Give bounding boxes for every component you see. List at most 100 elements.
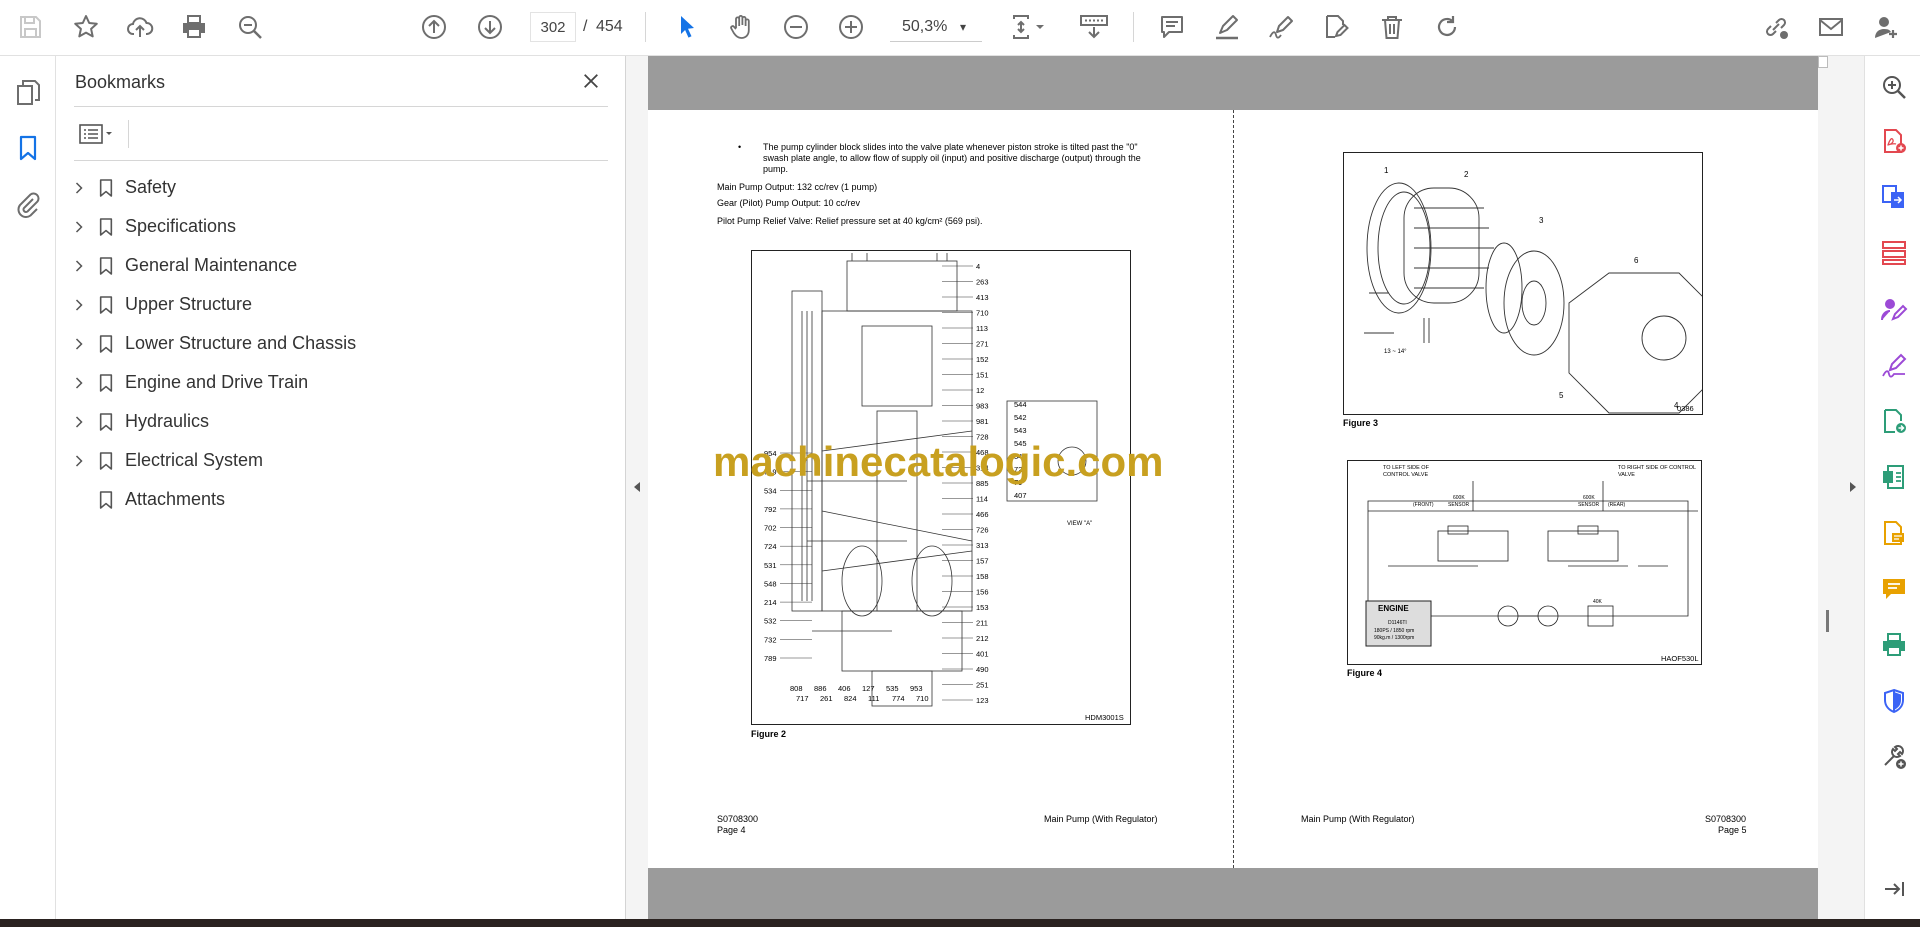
collapse-left-panel-icon[interactable] [630, 478, 644, 496]
collapse-rail-icon[interactable] [1877, 872, 1911, 906]
taskbar-edge [0, 919, 1920, 927]
sign-icon[interactable] [1262, 8, 1300, 46]
print-icon[interactable] [175, 8, 213, 46]
comment-document-icon[interactable] [1877, 516, 1911, 550]
previous-page-icon[interactable] [415, 8, 453, 46]
zoom-out-icon[interactable] [777, 8, 815, 46]
zoom-search-icon[interactable] [1877, 70, 1911, 104]
divider [74, 160, 608, 161]
close-icon[interactable] [576, 66, 606, 96]
protect-shield-icon[interactable] [1877, 684, 1911, 718]
callout-label: 953 [910, 684, 923, 693]
bookmark-icon [96, 488, 116, 512]
request-signatures-icon[interactable] [1877, 292, 1911, 326]
bookmark-label: Lower Structure and Chassis [125, 333, 357, 353]
highlight-icon[interactable] [1208, 8, 1246, 46]
bookmark-item[interactable]: Engine and Drive Train [56, 363, 626, 402]
schematic-label: 600K [1583, 495, 1595, 501]
zoom-in-icon[interactable] [832, 8, 870, 46]
callout-label: 212 [976, 634, 989, 643]
bookmark-item[interactable]: Specifications [56, 207, 626, 246]
footer-page: Page 4 [717, 825, 746, 835]
page-number-input[interactable] [530, 12, 576, 42]
edit-pdf-icon[interactable] [1877, 460, 1911, 494]
add-user-icon[interactable] [1867, 8, 1905, 46]
export-pdf-icon[interactable] [1877, 404, 1911, 438]
bookmark-label: Hydraulics [125, 411, 210, 431]
scroll-handle[interactable] [1826, 610, 1829, 632]
chevron-right-icon[interactable] [70, 374, 88, 392]
save-icon[interactable] [11, 8, 49, 46]
bookmark-item[interactable]: General Maintenance [56, 246, 626, 285]
chevron-right-icon[interactable] [70, 296, 88, 314]
bookmark-icon [96, 449, 116, 473]
combine-files-icon[interactable] [1877, 180, 1911, 214]
callout-label: 113 [976, 324, 988, 333]
upload-cloud-icon[interactable] [121, 8, 159, 46]
page-gap [648, 56, 1818, 110]
more-tools-icon[interactable] [1877, 740, 1911, 774]
bullet: • [738, 142, 742, 152]
scroll-mode-icon[interactable] [1071, 8, 1117, 46]
figure-caption: Figure 4 [1347, 668, 1383, 678]
callout-label: 548 [764, 579, 777, 588]
callout-label: 726 [976, 526, 989, 535]
bookmark-item[interactable]: Safety [56, 168, 626, 207]
callout-label: 6 [1634, 256, 1639, 265]
star-icon[interactable] [67, 8, 105, 46]
chevron-right-icon[interactable] [70, 218, 88, 236]
attachment-paperclip-icon[interactable] [10, 186, 46, 222]
chevron-right-icon[interactable] [70, 452, 88, 470]
collapse-right-panel-icon[interactable] [1846, 478, 1860, 496]
callout-label: 981 [976, 417, 989, 426]
create-pdf-icon[interactable] [1877, 124, 1911, 158]
chevron-right-icon[interactable] [70, 413, 88, 431]
callout-label: 123 [976, 696, 989, 705]
fill-sign-icon[interactable] [1877, 348, 1911, 382]
document-viewport[interactable]: • The pump cylinder block slides into th… [648, 56, 1818, 919]
select-pointer-icon[interactable] [668, 8, 706, 46]
bookmark-item[interactable]: Upper Structure [56, 285, 626, 324]
bookmark-label: General Maintenance [125, 255, 298, 275]
body-text: pump. [763, 164, 789, 174]
bookmark-options-button[interactable] [74, 118, 122, 150]
bookmark-label: Attachments [125, 489, 226, 509]
chevron-right-icon[interactable] [70, 257, 88, 275]
fill-sign-icon[interactable] [1317, 8, 1355, 46]
divider [74, 106, 608, 107]
zoom-select[interactable]: 50,3% ▾ [890, 12, 982, 42]
bookmark-item[interactable]: Lower Structure and Chassis [56, 324, 626, 363]
vertical-scrollbar[interactable] [1818, 56, 1828, 68]
callout-label: 702 [764, 524, 777, 533]
next-page-icon[interactable] [471, 8, 509, 46]
hand-tool-icon[interactable] [722, 8, 760, 46]
callout-label: 111 [868, 694, 879, 703]
bookmark-panel-icon[interactable] [10, 130, 46, 166]
callout-label: 152 [976, 355, 989, 364]
fit-page-icon[interactable] [1002, 8, 1054, 46]
callout-label: 542 [1014, 413, 1027, 422]
print-production-icon[interactable] [1877, 628, 1911, 662]
bookmark-item[interactable]: Attachments [56, 480, 626, 519]
chevron-right-icon[interactable] [70, 179, 88, 197]
comment-icon[interactable] [1153, 8, 1191, 46]
callout-label: 717 [796, 694, 809, 703]
chevron-right-icon[interactable] [70, 335, 88, 353]
email-icon[interactable] [1812, 8, 1850, 46]
schematic-label: TO RIGHT SIDE OF CONTROL VALVE [1618, 465, 1696, 478]
delete-icon[interactable] [1373, 8, 1411, 46]
body-text: Main Pump Output: 132 cc/rev (1 pump) [717, 182, 878, 192]
toolbar-divider [645, 12, 646, 42]
schematic-label: SENSOR [1578, 502, 1600, 508]
rotate-icon[interactable] [1428, 8, 1466, 46]
zoom-search-icon[interactable] [231, 8, 269, 46]
schematic-label: SENSOR [1448, 502, 1470, 508]
bookmark-item[interactable]: Electrical System [56, 441, 626, 480]
comment-bubble-icon[interactable] [1877, 572, 1911, 606]
callout-label: 151 [976, 371, 989, 380]
page-gap [648, 868, 1818, 919]
page-thumbnails-icon[interactable] [10, 74, 46, 110]
bookmark-item[interactable]: Hydraulics [56, 402, 626, 441]
organize-pages-icon[interactable] [1877, 236, 1911, 270]
share-link-icon[interactable] [1757, 8, 1795, 46]
